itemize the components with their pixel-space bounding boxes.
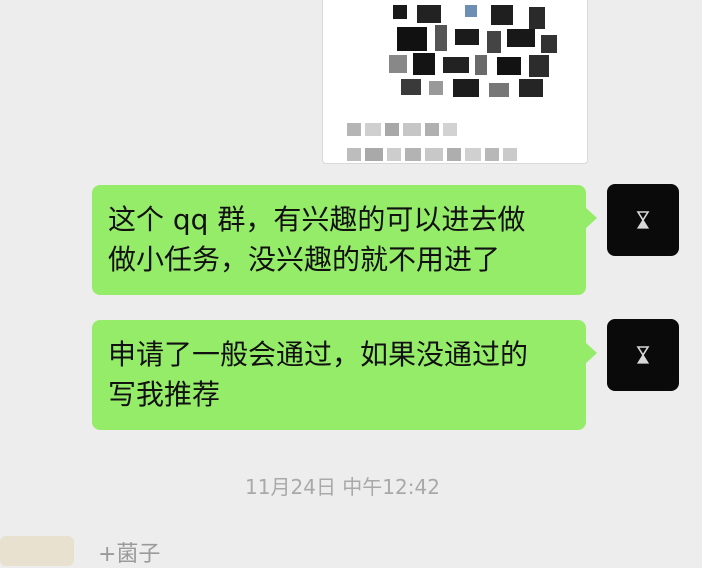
- shared-qr-card[interactable]: [322, 0, 588, 164]
- message-text-line: 申请了一般会通过，如果没通过的: [108, 338, 529, 371]
- message-timestamp: 11月24日 中午12:42: [245, 475, 440, 499]
- user-avatar[interactable]: [607, 184, 679, 256]
- sender-avatar[interactable]: [0, 536, 74, 566]
- hourglass-icon: [636, 346, 650, 364]
- hourglass-icon: [636, 211, 650, 229]
- blurred-text-line: [347, 148, 517, 161]
- message-bubble[interactable]: 这个 qq 群，有兴趣的可以进去做 做小任务，没兴趣的就不用进了: [92, 185, 597, 295]
- message-text-line: 写我推荐: [108, 378, 221, 411]
- blurred-text-line: [347, 123, 457, 136]
- message-bubble[interactable]: 申请了一般会通过，如果没通过的 写我推荐: [92, 320, 597, 430]
- message-text-line: 这个 qq 群，有兴趣的可以进去做: [108, 203, 526, 236]
- sender-name: +菌子: [98, 542, 161, 567]
- message-text-line: 做小任务，没兴趣的就不用进了: [108, 243, 501, 276]
- user-avatar[interactable]: [607, 319, 679, 391]
- qr-code-image: [373, 5, 569, 103]
